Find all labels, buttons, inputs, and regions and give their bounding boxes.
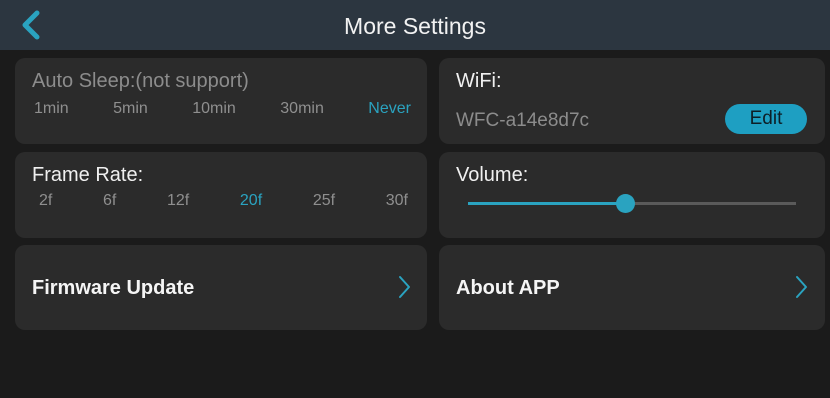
frame-rate-option-12f[interactable]: 12f <box>167 192 189 210</box>
auto-sleep-option-30min[interactable]: 30min <box>280 100 324 118</box>
wifi-ssid: WFC-a14e8d7c <box>456 110 590 131</box>
header-bar: More Settings <box>0 0 830 50</box>
auto-sleep-card: Auto Sleep:(not support) 1min 5min 10min… <box>15 58 427 144</box>
about-app-label: About APP <box>456 277 560 299</box>
auto-sleep-option-5min[interactable]: 5min <box>113 100 148 118</box>
auto-sleep-option-10min[interactable]: 10min <box>192 100 236 118</box>
firmware-update-label: Firmware Update <box>32 277 195 299</box>
frame-rate-option-6f[interactable]: 6f <box>103 192 116 210</box>
frame-rate-card: Frame Rate: 2f 6f 12f 20f 25f 30f <box>15 152 427 238</box>
volume-slider[interactable] <box>468 194 796 213</box>
frame-rate-label: Frame Rate: <box>32 164 144 186</box>
about-chevron-wrap <box>792 273 810 301</box>
wifi-label: WiFi: <box>456 70 502 92</box>
chevron-right-icon <box>796 276 807 298</box>
page-title: More Settings <box>344 13 486 39</box>
about-app-card[interactable]: About APP <box>439 245 825 330</box>
frame-rate-option-2f[interactable]: 2f <box>39 192 52 210</box>
frame-rate-option-30f[interactable]: 30f <box>386 192 408 210</box>
frame-rate-option-25f[interactable]: 25f <box>313 192 335 210</box>
volume-label: Volume: <box>456 164 529 186</box>
auto-sleep-option-1min[interactable]: 1min <box>34 100 69 118</box>
firmware-update-card[interactable]: Firmware Update <box>15 245 427 330</box>
volume-card: Volume: <box>439 152 825 238</box>
chevron-right-icon <box>399 276 410 298</box>
auto-sleep-option-never[interactable]: Never <box>368 100 411 118</box>
auto-sleep-label: Auto Sleep:(not support) <box>32 70 249 92</box>
wifi-edit-button[interactable]: Edit <box>725 104 807 134</box>
firmware-chevron-wrap <box>395 273 413 301</box>
auto-sleep-options: 1min 5min 10min 30min Never <box>34 100 411 118</box>
volume-slider-fill <box>468 202 626 205</box>
frame-rate-options: 2f 6f 12f 20f 25f 30f <box>39 192 408 210</box>
frame-rate-option-20f[interactable]: 20f <box>240 192 262 210</box>
